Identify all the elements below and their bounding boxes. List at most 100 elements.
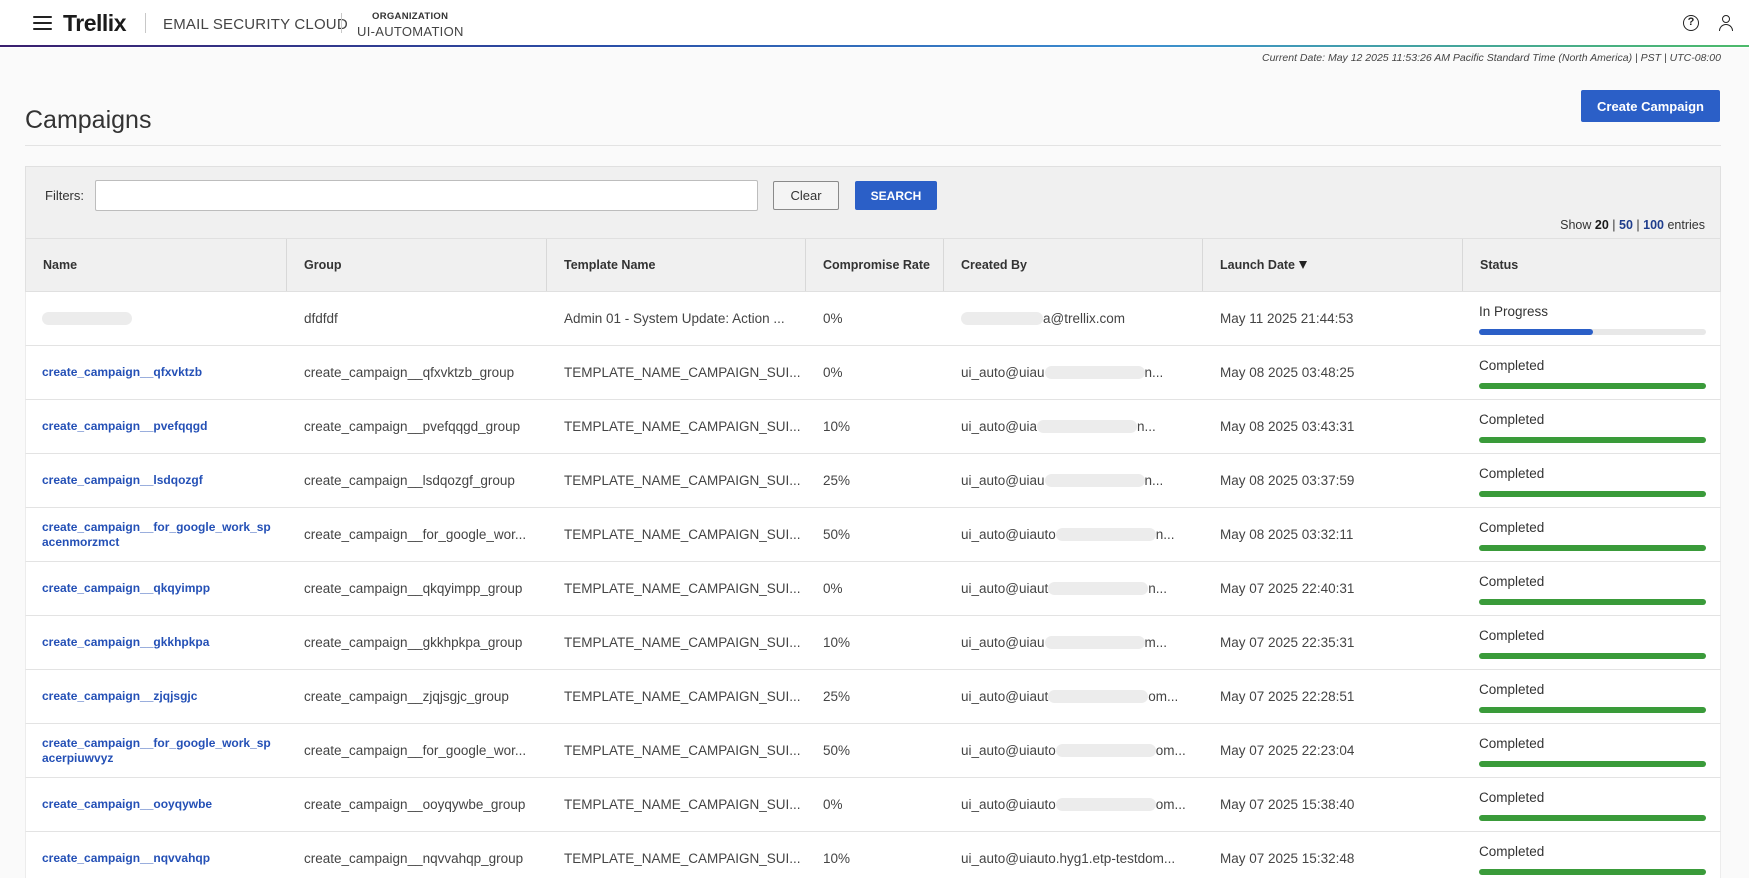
campaign-name-text[interactable]: create_campaign__for_google_work_spacerp… — [42, 736, 277, 766]
launch-cell: May 08 2025 03:48:25 — [1220, 365, 1355, 380]
status-text: In Progress — [1479, 304, 1549, 319]
user-icon[interactable] — [1718, 14, 1734, 32]
created-by-prefix: ui_auto@uiau — [961, 635, 1045, 650]
template-cell: TEMPLATE_NAME_CAMPAIGN_SUI... — [564, 527, 801, 542]
create-campaign-button[interactable]: Create Campaign — [1581, 90, 1720, 122]
progress-bar — [1479, 707, 1706, 713]
campaign-name-link[interactable]: create_campaign__lsdqozgf — [26, 454, 287, 507]
created-by-prefix: ui_auto@uiau — [961, 473, 1045, 488]
progress-bar-fill — [1479, 761, 1706, 767]
created-by-suffix: n... — [1148, 581, 1168, 596]
launch-cell: May 08 2025 03:32:11 — [1220, 527, 1354, 542]
clear-button[interactable]: Clear — [773, 181, 839, 210]
table-row: create_campaign__pvefqqgd create_campaign… — [25, 400, 1721, 454]
created-by-suffix: om... — [1148, 689, 1179, 704]
campaign-name-text[interactable]: create_campaign__nqvvahqp — [42, 851, 210, 866]
status-cell: Completed — [1463, 508, 1722, 561]
campaign-name-text[interactable]: create_campaign__for_google_work_spacenm… — [42, 520, 277, 550]
product-name: EMAIL SECURITY CLOUD — [163, 16, 348, 33]
campaign-name-link[interactable]: create_campaign__for_google_work_spacenm… — [26, 508, 287, 561]
filters-input[interactable] — [95, 180, 758, 211]
launch-cell: May 07 2025 22:35:31 — [1220, 635, 1355, 650]
launch-cell: May 07 2025 22:28:51 — [1220, 689, 1355, 704]
campaign-name-link[interactable] — [26, 292, 287, 345]
template-cell: TEMPLATE_NAME_CAMPAIGN_SUI... — [564, 419, 801, 434]
trellix-logo[interactable]: Trellix — [63, 10, 126, 37]
created-by-cell: ui_auto@uiau n... — [944, 454, 1203, 507]
created-by-suffix: n... — [1155, 527, 1175, 542]
campaign-name-text[interactable]: create_campaign__ooyqywbe — [42, 797, 212, 812]
launch-cell: May 08 2025 03:37:59 — [1220, 473, 1355, 488]
launch-cell: May 11 2025 21:44:53 — [1220, 311, 1354, 326]
template-cell: TEMPLATE_NAME_CAMPAIGN_SUI... — [564, 689, 801, 704]
table-row: create_campaign__qfxvktzb create_campaign… — [25, 346, 1721, 400]
campaign-name-link[interactable]: create_campaign__ooyqywbe — [26, 778, 287, 831]
current-date: Current Date: May 12 2025 11:53:26 AM Pa… — [1262, 52, 1721, 64]
column-header-launch-date[interactable]: Launch Date — [1203, 239, 1463, 291]
campaign-name-link[interactable]: create_campaign__qfxvktzb — [26, 346, 287, 399]
campaign-name-link[interactable]: create_campaign__gkkhpkpa — [26, 616, 287, 669]
template-cell: Admin 01 - System Update: Action ... — [564, 311, 785, 326]
group-cell: create_campaign__nqvvahqp_group — [304, 851, 524, 866]
created-by-cell: a@trellix.com — [944, 292, 1203, 345]
rate-cell: 50% — [823, 527, 851, 542]
status-text: Completed — [1479, 412, 1545, 427]
created-by-suffix: n... — [1137, 419, 1156, 434]
campaign-name-text[interactable]: create_campaign__zjqjsgjc — [42, 689, 197, 704]
status-text: Completed — [1479, 790, 1545, 805]
group-cell: create_campaign__zjqjsgjc_group — [304, 689, 509, 704]
progress-bar — [1479, 545, 1706, 551]
table-row: dfdfdf Admin 01 - System Update: Action .… — [25, 292, 1721, 346]
page-size-20[interactable]: 20 — [1595, 218, 1609, 232]
page-size-50[interactable]: 50 — [1619, 218, 1633, 232]
table-row: create_campaign__lsdqozgf create_campaign… — [25, 454, 1721, 508]
status-cell: Completed — [1463, 724, 1722, 777]
created-by-suffix: n... — [1144, 473, 1164, 488]
created-by-prefix: ui_auto@uiauto — [961, 527, 1056, 542]
organization-value[interactable]: UI-AUTOMATION — [357, 24, 464, 39]
progress-bar — [1479, 599, 1706, 605]
rate-cell: 0% — [823, 365, 843, 380]
group-cell: create_campaign__for_google_wor... — [304, 743, 527, 758]
redacted-text — [42, 312, 132, 325]
column-header-group[interactable]: Group — [287, 239, 547, 291]
group-cell: create_campaign__qfxvktzb_group — [304, 365, 515, 380]
campaign-name-link[interactable]: create_campaign__for_google_work_spacerp… — [26, 724, 287, 777]
campaign-name-text[interactable]: create_campaign__qfxvktzb — [42, 365, 202, 380]
template-cell: TEMPLATE_NAME_CAMPAIGN_SUI... — [564, 851, 801, 866]
created-by-prefix: ui_auto@uiau — [961, 365, 1045, 380]
page-size-100[interactable]: 100 — [1643, 218, 1664, 232]
status-text: Completed — [1479, 628, 1545, 643]
status-text: Completed — [1479, 574, 1545, 589]
campaign-name-text[interactable]: create_campaign__pvefqqgd — [42, 419, 207, 434]
page-size-selector: Show 20 | 50 | 100 entries — [1560, 218, 1705, 232]
search-button[interactable]: SEARCH — [855, 181, 937, 210]
campaign-name-link[interactable]: create_campaign__pvefqqgd — [26, 400, 287, 453]
created-by-cell: ui_auto@uiaut n... — [944, 562, 1203, 615]
created-by-cell: ui_auto@uiauto om... — [944, 778, 1203, 831]
status-cell: Completed — [1463, 778, 1722, 831]
campaign-name-link[interactable]: create_campaign__nqvvahqp — [26, 832, 287, 878]
campaign-name-link[interactable]: create_campaign__qkqyimpp — [26, 562, 287, 615]
status-cell: Completed — [1463, 562, 1722, 615]
campaign-name-text[interactable]: create_campaign__qkqyimpp — [42, 581, 210, 596]
hamburger-menu-icon[interactable] — [33, 16, 52, 30]
created-by-cell: ui_auto@uiau m... — [944, 616, 1203, 669]
help-circle-icon[interactable]: ? — [1683, 15, 1699, 31]
rate-cell: 25% — [823, 473, 851, 488]
campaign-name-text[interactable]: create_campaign__gkkhpkpa — [42, 635, 209, 650]
column-header-template-name[interactable]: Template Name — [547, 239, 806, 291]
created-by-cell: ui_auto@uia n... — [944, 400, 1203, 453]
column-header-created-by[interactable]: Created By — [944, 239, 1203, 291]
column-header-name[interactable]: Name — [26, 239, 287, 291]
campaign-name-link[interactable]: create_campaign__zjqjsgjc — [26, 670, 287, 723]
header-divider — [341, 13, 342, 33]
created-by-prefix: ui_auto@uiauto — [961, 743, 1056, 758]
template-cell: TEMPLATE_NAME_CAMPAIGN_SUI... — [564, 473, 801, 488]
column-header-compromise-rate[interactable]: Compromise Rate — [806, 239, 944, 291]
launch-cell: May 08 2025 03:43:31 — [1220, 419, 1355, 434]
column-header-status[interactable]: Status — [1463, 239, 1722, 291]
rate-cell: 25% — [823, 689, 851, 704]
campaign-name-text[interactable]: create_campaign__lsdqozgf — [42, 473, 203, 488]
table-row: create_campaign__for_google_work_spacerp… — [25, 724, 1721, 778]
